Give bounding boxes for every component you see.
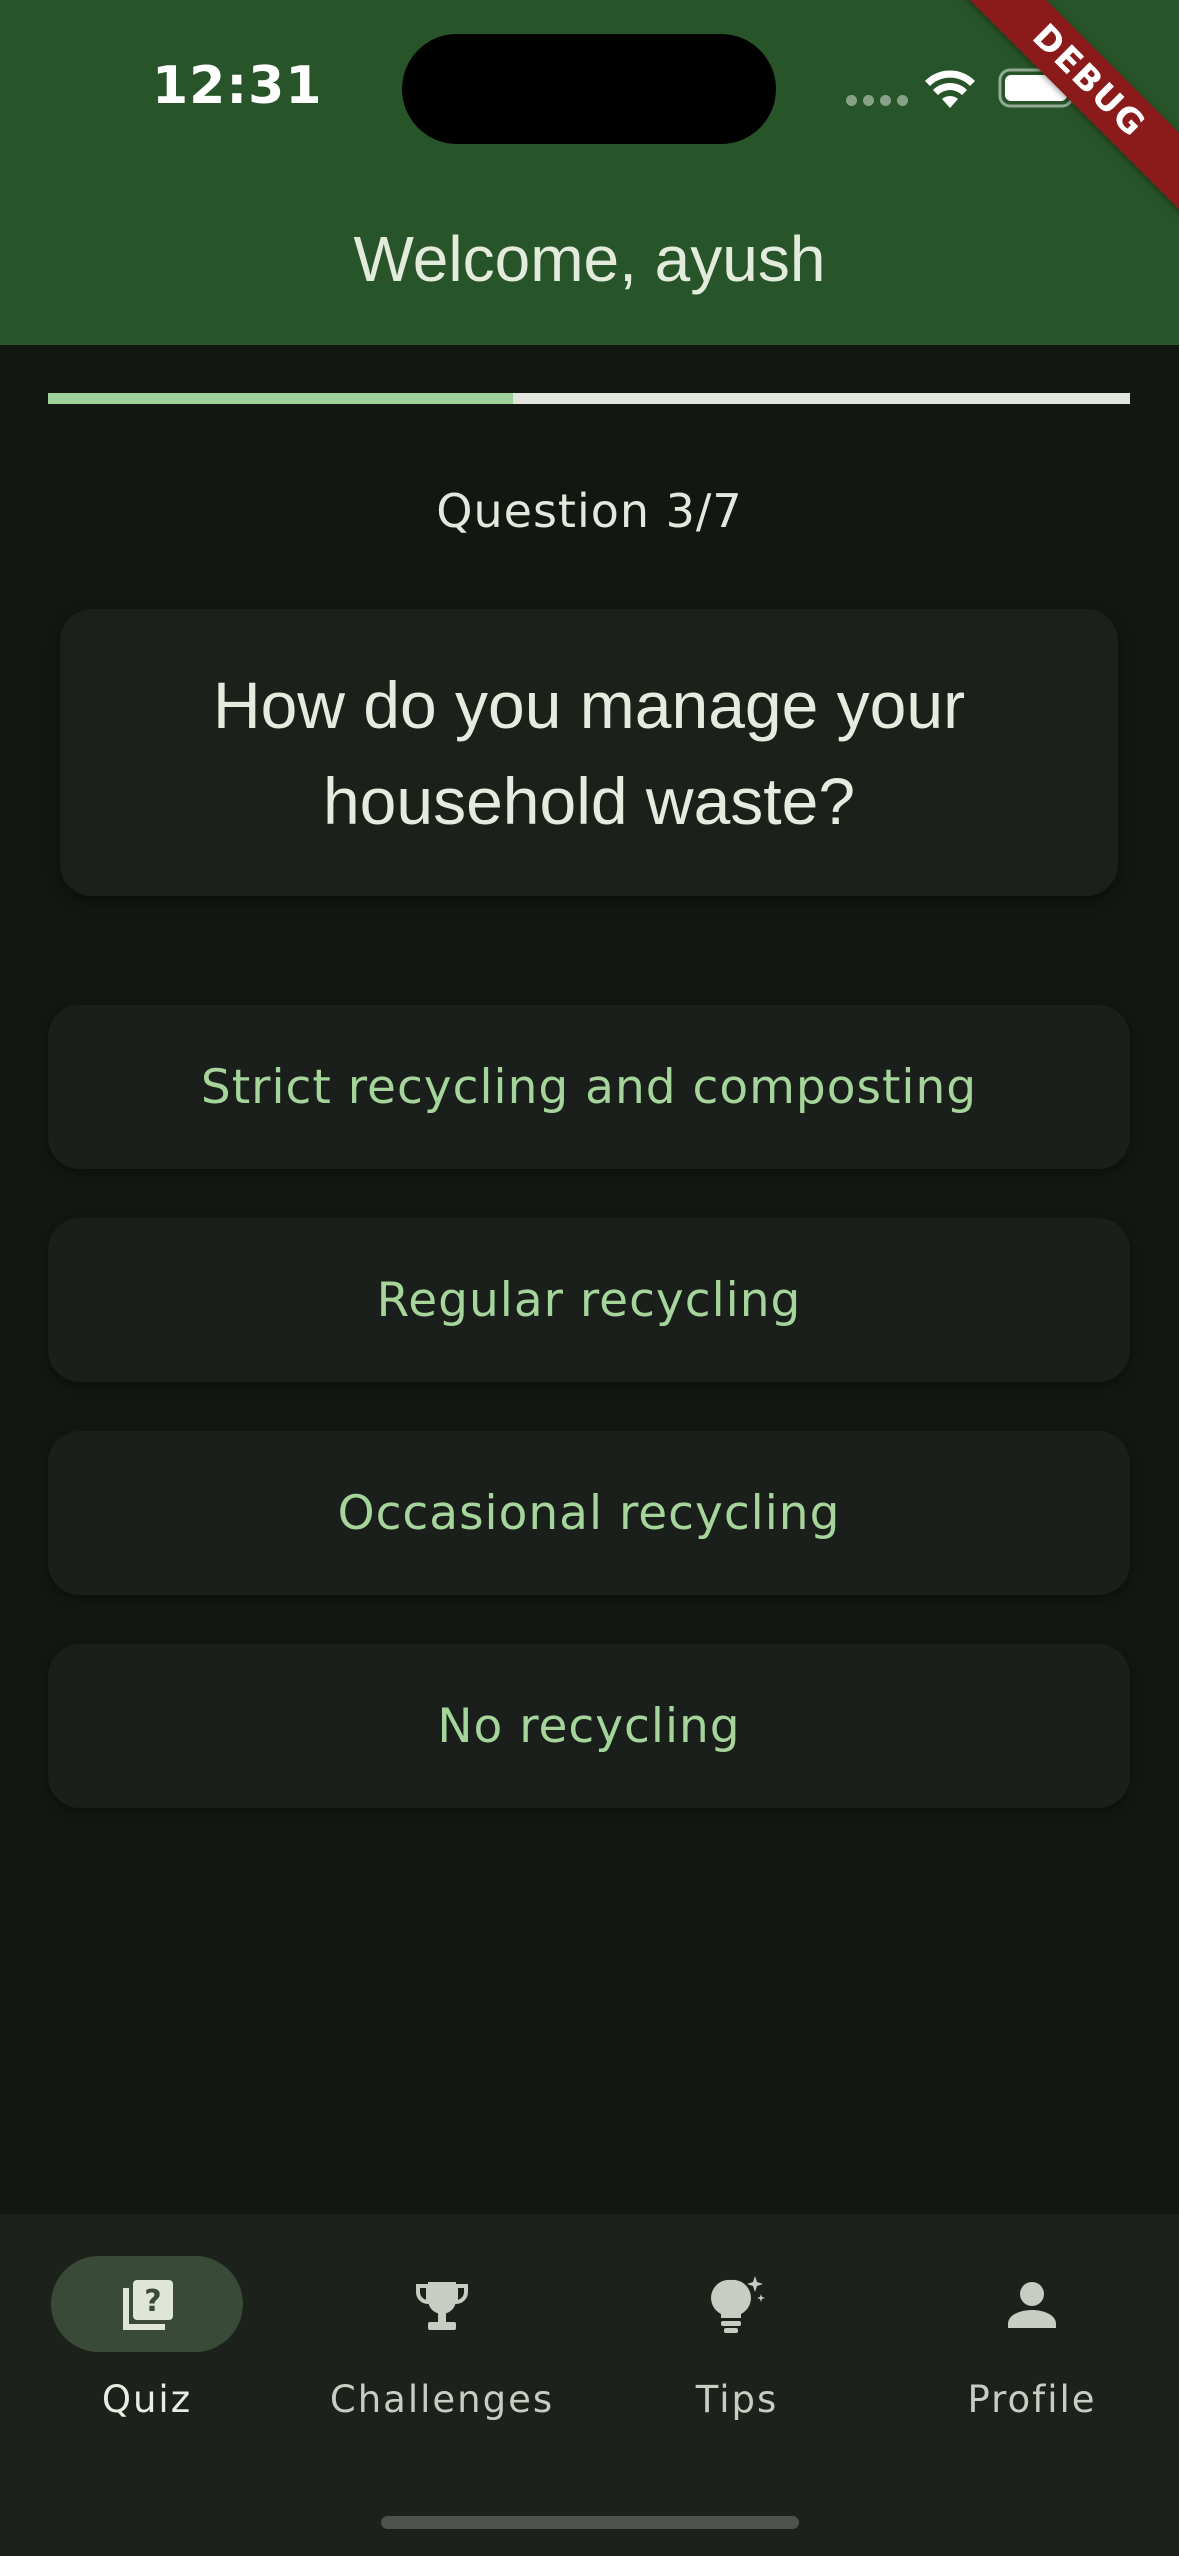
status-time: 12:31 <box>152 56 323 116</box>
nav-item-challenges[interactable]: Challenges <box>312 2256 572 2436</box>
nav-item-tips[interactable]: Tips <box>607 2256 867 2436</box>
lightbulb-icon <box>711 2276 765 2333</box>
welcome-title: Welcome, ayush <box>353 223 826 295</box>
question-card: How do you manage your household waste? <box>60 609 1118 896</box>
app-header: 12:31 DEBUG Welcome, ayush <box>0 0 1179 345</box>
option-occasional-recycling[interactable]: Occasional recycling <box>48 1431 1130 1595</box>
cellular-signal-icon <box>846 95 908 106</box>
wifi-icon <box>925 70 975 108</box>
option-label: Occasional recycling <box>337 1485 841 1541</box>
option-label: No recycling <box>437 1698 741 1754</box>
quiz-icon: ? <box>123 2280 173 2330</box>
quiz-progress-fill <box>48 393 514 404</box>
svg-text:?: ? <box>144 2284 161 2319</box>
option-strict-recycling[interactable]: Strict recycling and composting <box>48 1005 1130 1169</box>
nav-item-quiz[interactable]: ? Quiz <box>17 2256 277 2436</box>
nav-label-profile: Profile <box>967 2378 1097 2421</box>
home-indicator[interactable] <box>381 2516 799 2529</box>
nav-item-profile[interactable]: Profile <box>902 2256 1162 2436</box>
option-label: Strict recycling and composting <box>200 1059 978 1115</box>
quiz-progress-bar <box>48 393 1130 404</box>
nav-label-tips: Tips <box>695 2378 779 2421</box>
person-icon <box>1008 2282 1056 2328</box>
trophy-icon <box>416 2282 468 2330</box>
option-label: Regular recycling <box>376 1272 802 1328</box>
nav-label-quiz: Quiz <box>101 2378 193 2421</box>
quiz-screen: 12:31 DEBUG Welcome, ayush Question 3/7 … <box>0 0 1179 2556</box>
question-counter: Question 3/7 <box>436 484 743 538</box>
bottom-navigation-bar: ? Quiz Challenges Tips Profile <box>0 2214 1179 2556</box>
nav-label-challenges: Challenges <box>329 2378 555 2421</box>
dynamic-island <box>402 34 776 144</box>
option-no-recycling[interactable]: No recycling <box>48 1644 1130 1808</box>
question-text: How do you manage your household waste? <box>212 667 966 838</box>
option-regular-recycling[interactable]: Regular recycling <box>48 1218 1130 1382</box>
